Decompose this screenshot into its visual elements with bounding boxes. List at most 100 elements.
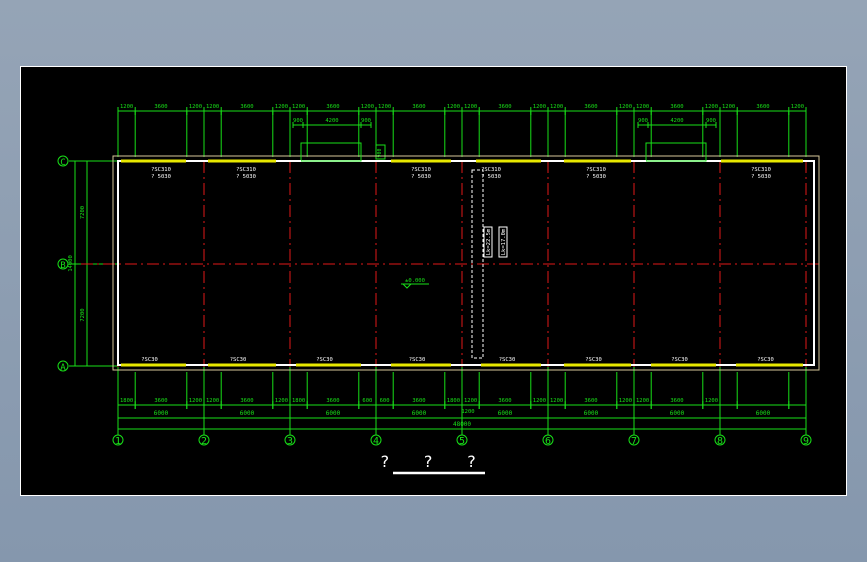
top-dim-row2-a-label-2: 4200 <box>325 118 338 124</box>
bottom-dim-row1-label-6: 1200 <box>275 398 288 404</box>
grid-label-col-5: 5 <box>459 436 465 447</box>
left-dim-rows-label-1: 7200 <box>80 206 86 219</box>
crane-label-2: Lk=17.0m <box>501 228 507 255</box>
top-dim-row1-label-9: 1200 <box>361 104 374 110</box>
bottom-dim-bays-label-3: 6000 <box>326 410 341 417</box>
window-label-top-4: ?SC310 <box>481 167 501 173</box>
bottom-dim-row1-label-4: 1200 <box>206 398 219 404</box>
bottom-dim-row1-label-10: 600 <box>380 398 390 404</box>
bottom-dim-row1-label-1: 1800 <box>120 398 133 404</box>
top-dim-row1-label-6: 1200 <box>275 104 288 110</box>
grid-label-col-4: 4 <box>373 436 379 447</box>
top-dim-row1-label-22: 1200 <box>722 104 735 110</box>
top-dim-row1-label-14: 3600 <box>498 104 511 110</box>
drawing-sheet: 1200 3600 1200 1200 3600 1200 1200 3600 1200 1200… <box>20 66 847 496</box>
crane-label-1: Lk=22.5m <box>486 228 492 255</box>
bottom-dim-row1-label-14: 3600 <box>498 398 511 404</box>
top-dim-row1-label-17: 3600 <box>584 104 597 110</box>
bottom-dim-row1-label-9: 600 <box>362 398 372 404</box>
floor-plan-drawing: 1200 3600 1200 1200 3600 1200 1200 3600 1200 1200… <box>57 104 821 475</box>
top-dim-row1-label-15: 1200 <box>533 104 546 110</box>
top-dim-row1-label-16: 1200 <box>550 104 563 110</box>
top-dim-row1-label-21: 1200 <box>705 104 718 110</box>
bottom-dim-bays-label-4: 6000 <box>412 410 427 417</box>
top-dim-row1-label-19: 1200 <box>636 104 649 110</box>
bottom-dim-row1-label-11: 3600 <box>412 398 425 404</box>
window-label-bottom-8: ?SC30 <box>757 357 774 363</box>
window-label-top-6: ?SC310 <box>751 167 771 173</box>
dimension-lines: 1200 3600 1200 1200 3600 1200 1200 3600 1200 1200… <box>68 104 807 435</box>
building-walls <box>112 142 820 371</box>
top-dim-row1-label-7: 1200 <box>292 104 305 110</box>
top-dim-row1-label-5: 3600 <box>240 104 253 110</box>
window-sublabel-top-3: ? 5030 <box>411 174 431 180</box>
window-label-bottom-7: ?SC30 <box>671 357 688 363</box>
grid-label-col-7: 7 <box>631 436 637 447</box>
bottom-center-dim: 1200 <box>461 409 474 415</box>
window-label-bottom-5: ?SC30 <box>499 357 516 363</box>
bottom-dim-row1-label-18: 1200 <box>619 398 632 404</box>
window-label-bottom-3: ?SC30 <box>316 357 333 363</box>
top-dim-row2-a-label-1: 900 <box>293 118 303 124</box>
window-label-top-5: ?SC310 <box>586 167 606 173</box>
grid-label-col-1: 1 <box>115 436 121 447</box>
top-dim-row2-a-label-3: 900 <box>361 118 371 124</box>
top-dim-row1-label-23: 3600 <box>756 104 769 110</box>
outer-wall-line <box>112 155 820 371</box>
top-dim-row1-label-20: 3600 <box>670 104 683 110</box>
grid-label-col-9: 9 <box>803 436 809 447</box>
grid-label-col-2: 2 <box>201 436 207 447</box>
bottom-dim-row1-label-20: 3600 <box>670 398 683 404</box>
window-label-top-1: ?SC310 <box>151 167 171 173</box>
bottom-dim-bays-label-8: 6000 <box>756 410 771 417</box>
window-label-bottom-4: ?SC30 <box>409 357 426 363</box>
top-dim-row2-b-label-2: 4200 <box>670 118 683 124</box>
elevation-triangle <box>402 283 412 289</box>
window-sublabel-top-1: ? 5030 <box>151 174 171 180</box>
window-label-top-2: ?SC310 <box>236 167 256 173</box>
bottom-dim-bays-label-5: 6000 <box>498 410 513 417</box>
top-dim-row1-label-10: 1200 <box>378 104 391 110</box>
top-dim-row1-label-11: 3600 <box>412 104 425 110</box>
drawing-labels: 1 2 3 4 5 6 7 8 9CBA9001200?SC310? 5030?SC310? 5… <box>57 148 812 447</box>
left-dim-overall-label-1: 14000 <box>68 255 74 272</box>
top-dim-row1-label-12: 1200 <box>447 104 460 110</box>
bottom-dim-row1-label-19: 1200 <box>636 398 649 404</box>
grid-label-col-3: 3 <box>287 436 293 447</box>
window-label-bottom-1: ?SC30 <box>141 357 158 363</box>
top-dim-row2-b-label-1: 900 <box>638 118 648 124</box>
door-recess-1 <box>300 142 362 162</box>
door-dim-label: 900 <box>377 148 383 157</box>
top-dim-row1-label-4: 1200 <box>206 104 219 110</box>
bottom-dim-row1-label-7: 1800 <box>292 398 305 404</box>
bottom-dim-row1-label-16: 1200 <box>550 398 563 404</box>
top-dim-row1-label-13: 1200 <box>464 104 477 110</box>
top-dim-row1-label-2: 3600 <box>154 104 167 110</box>
grid-label-col-8: 8 <box>717 436 723 447</box>
left-dim-rows-label-2: 7200 <box>80 308 86 321</box>
window-label-bottom-6: ?SC30 <box>585 357 602 363</box>
grid-label-row-1: C <box>60 158 65 168</box>
grid-label-col-6: 6 <box>545 436 551 447</box>
door-recess-2 <box>645 142 707 162</box>
window-sublabel-top-4: ? 5030 <box>481 174 501 180</box>
bottom-dim-row1-label-5: 3600 <box>240 398 253 404</box>
bottom-dim-row1-label-2: 3600 <box>154 398 167 404</box>
top-dim-row1-label-1: 1200 <box>120 104 133 110</box>
bottom-dim-row1-label-21: 1200 <box>705 398 718 404</box>
window-label-top-3: ?SC310 <box>411 167 431 173</box>
window-sublabel-top-2: ? 5030 <box>236 174 256 180</box>
window-sublabel-top-6: ? 5030 <box>751 174 771 180</box>
grid-axis-lines <box>81 161 821 367</box>
bottom-dim-bays-label-6: 6000 <box>584 410 599 417</box>
bottom-dim-row1-label-17: 3600 <box>584 398 597 404</box>
top-dim-row1-label-8: 3600 <box>326 104 339 110</box>
drawing-title: ? ? ? <box>380 452 488 471</box>
bottom-dim-bays-label-7: 6000 <box>670 410 685 417</box>
bottom-dim-row1-label-8: 3600 <box>326 398 339 404</box>
grid-label-row-2: B <box>60 261 65 271</box>
bottom-dim-bays-label-2: 6000 <box>240 410 255 417</box>
bottom-dim-row1-label-3: 1200 <box>189 398 202 404</box>
bottom-dim-row1-label-12: 1800 <box>447 398 460 404</box>
bottom-dim-row1-label-13: 1200 <box>464 398 477 404</box>
